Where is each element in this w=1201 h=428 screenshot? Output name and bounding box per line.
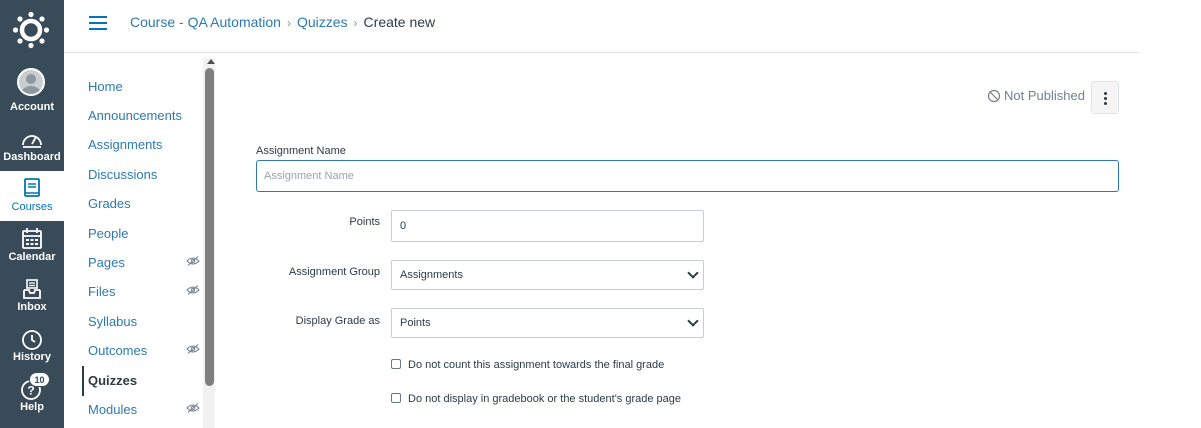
- global-nav-label: Account: [10, 101, 54, 113]
- kebab-dot: [1104, 102, 1107, 105]
- global-nav: Account Dashboard Courses Calendar Inbox…: [0, 0, 64, 428]
- no-count-checkbox[interactable]: [391, 359, 401, 369]
- course-nav-files[interactable]: Files: [88, 284, 115, 299]
- assignment-group-label: Assignment Group: [288, 266, 380, 278]
- chevron-down-icon: [687, 267, 699, 279]
- course-nav-assignments[interactable]: Assignments: [88, 137, 162, 152]
- global-nav-dashboard[interactable]: Dashboard: [0, 122, 64, 172]
- global-nav-label: Inbox: [17, 301, 47, 313]
- points-label: Points: [349, 216, 380, 228]
- breadcrumb-current: Create new: [363, 14, 436, 30]
- dashboard-icon: [22, 135, 42, 148]
- avatar: [17, 68, 45, 96]
- canvas-logo-icon[interactable]: [12, 11, 50, 49]
- display-grade-label: Display Grade as: [295, 315, 380, 327]
- course-nav-pages[interactable]: Pages: [88, 255, 125, 270]
- kebab-dot: [1104, 97, 1107, 100]
- global-nav-account[interactable]: Account: [0, 66, 64, 116]
- assignment-name-input[interactable]: [256, 160, 1119, 192]
- course-nav-people[interactable]: People: [88, 226, 128, 241]
- display-grade-value: Points: [400, 317, 431, 329]
- no-display-label: Do not display in gradebook or the stude…: [408, 393, 682, 405]
- course-nav-active-indicator: [82, 366, 84, 396]
- global-nav-label: Courses: [11, 201, 53, 213]
- no-display-checkbox[interactable]: [391, 393, 401, 403]
- course-nav-discussions[interactable]: Discussions: [88, 167, 157, 182]
- clock-icon: [22, 330, 42, 350]
- assignment-group-select[interactable]: Assignments: [391, 260, 704, 290]
- no-count-checkbox-row[interactable]: Do not count this assignment towards the…: [391, 359, 664, 371]
- global-nav-inbox[interactable]: Inbox: [0, 272, 64, 322]
- global-nav-label: History: [13, 351, 51, 363]
- eye-hidden-icon: [186, 256, 200, 266]
- book-icon: [24, 178, 40, 197]
- page-header: Course - QA Automation › Quizzes › Create ne…: [64, 0, 1139, 53]
- breadcrumb-separator: ›: [353, 16, 358, 30]
- help-badge: 10: [29, 372, 50, 387]
- publish-status-label: Not Published: [1004, 88, 1085, 103]
- points-value: 0: [400, 220, 407, 232]
- scroll-up-arrow-icon[interactable]: [207, 59, 215, 64]
- course-nav-syllabus[interactable]: Syllabus: [88, 314, 137, 329]
- course-nav-grades[interactable]: Grades: [88, 196, 131, 211]
- course-nav-home[interactable]: Home: [88, 79, 123, 94]
- global-nav-calendar[interactable]: Calendar: [0, 222, 64, 272]
- more-options-button[interactable]: [1091, 81, 1119, 114]
- course-nav-quizzes[interactable]: Quizzes: [88, 373, 137, 388]
- chevron-down-icon: [687, 315, 699, 327]
- eye-hidden-icon: [186, 285, 200, 295]
- calendar-icon: [22, 228, 42, 249]
- global-nav-label: Help: [20, 401, 44, 413]
- assignment-group-value: Assignments: [400, 269, 463, 281]
- global-nav-courses[interactable]: Courses: [0, 171, 64, 221]
- breadcrumb-course[interactable]: Course - QA Automation: [130, 14, 281, 30]
- global-nav-history[interactable]: History: [0, 322, 64, 372]
- eye-hidden-icon: [186, 403, 200, 413]
- not-published-icon: [987, 89, 1001, 103]
- no-count-label: Do not count this assignment towards the…: [408, 359, 665, 371]
- display-grade-select[interactable]: Points: [391, 308, 704, 338]
- global-nav-label: Calendar: [8, 251, 56, 263]
- eye-hidden-icon: [186, 344, 200, 354]
- breadcrumb: Course - QA Automation › Quizzes › Create ne…: [130, 14, 435, 30]
- hamburger-menu-icon[interactable]: [89, 16, 107, 30]
- breadcrumb-separator: ›: [286, 16, 291, 30]
- global-nav-label: Dashboard: [3, 151, 61, 163]
- inbox-icon: [23, 279, 41, 299]
- publish-status: Not Published: [987, 88, 1085, 103]
- course-nav-outcomes[interactable]: Outcomes: [88, 343, 147, 358]
- points-input[interactable]: 0: [391, 210, 704, 242]
- breadcrumb-quizzes[interactable]: Quizzes: [297, 14, 348, 30]
- assignment-name-label: Assignment Name: [256, 145, 346, 157]
- kebab-dot: [1104, 92, 1107, 95]
- course-nav-modules[interactable]: Modules: [88, 402, 137, 417]
- course-nav-announcements[interactable]: Announcements: [88, 108, 182, 123]
- no-display-checkbox-row[interactable]: Do not display in gradebook or the stude…: [391, 393, 681, 405]
